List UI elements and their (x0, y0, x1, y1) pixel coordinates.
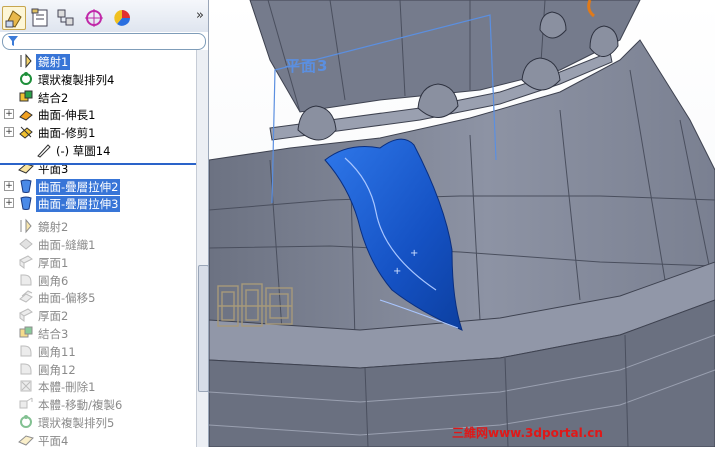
fillet-icon (20, 345, 32, 357)
fillet-icon (20, 363, 32, 375)
feature-label: 曲面-縫織1 (38, 238, 96, 252)
configuration-manager-tab[interactable] (54, 6, 78, 30)
feature-tree-item[interactable]: (-) 草圖14 (0, 141, 196, 159)
expand-toggle[interactable]: + (4, 109, 14, 120)
filter-row (0, 32, 208, 50)
feature-tree-item[interactable]: 圓角12 (0, 360, 196, 378)
dimxpert-icon (85, 9, 103, 27)
thicken-icon (19, 308, 33, 323)
feature-tree-item[interactable]: 鏡射1 (0, 52, 196, 70)
feature-label: 鏡射2 (38, 220, 69, 235)
surface-loft-icon (20, 196, 32, 211)
feature-label: 圓角6 (38, 273, 69, 288)
expand-panel-button[interactable]: » (196, 8, 204, 23)
sketch-icon (37, 144, 51, 158)
feature-label: 曲面-偏移5 (38, 291, 96, 306)
feature-tree-item[interactable]: 平面3 (0, 159, 196, 177)
feature-tree-item[interactable]: 圓角11 (0, 342, 196, 360)
feature-tree-item[interactable]: 曲面-偏移5 (0, 288, 196, 306)
feature-label: 厚面2 (38, 309, 69, 324)
circular-pattern-icon (20, 71, 32, 85)
feature-label: 平面4 (38, 433, 69, 447)
thicken-icon (19, 255, 33, 269)
delete-body-icon (20, 380, 32, 392)
combine-icon (19, 90, 33, 102)
plane-3-label: 平面3 (285, 57, 329, 75)
feature-tree-icon (5, 10, 22, 28)
feature-tree-item[interactable]: 環狀複製排列4 (0, 70, 196, 88)
feature-label: (-) 草圖14 (56, 144, 111, 158)
mirror-icon (20, 53, 32, 69)
dimxpert-manager-tab[interactable] (82, 6, 106, 30)
filter-icon (8, 36, 18, 46)
feature-tree-item[interactable]: 平面4 (0, 431, 196, 447)
display-manager-icon (114, 10, 130, 26)
feature-label: 圓角12 (38, 362, 76, 377)
feature-manager-tab[interactable] (2, 6, 26, 30)
site-watermark: 三維网www.3dportal.cn (452, 426, 603, 440)
feature-tree-item[interactable]: + 曲面-伸長1 (0, 105, 196, 123)
feature-tree-item[interactable]: + 曲面-疊層拉伸3 (0, 194, 196, 213)
plane-icon (18, 435, 34, 446)
tree-vertical-scrollbar[interactable] (196, 50, 208, 447)
configuration-manager-icon (57, 9, 74, 26)
feature-tree-item[interactable]: 厚面1 (0, 253, 196, 271)
surface-extrude-icon (19, 110, 33, 121)
svg-text:+: + (410, 248, 418, 259)
property-manager-icon (31, 8, 48, 27)
feature-label: 本體-移動/複製6 (38, 398, 123, 413)
surface-knit-icon (19, 238, 33, 250)
rollback-bar[interactable] (0, 163, 196, 165)
feature-tree-item[interactable]: + 曲面-修剪1 (0, 123, 196, 141)
feature-tree-item[interactable]: 結合2 (0, 88, 196, 106)
surface-offset-icon (19, 290, 33, 303)
feature-tree-item[interactable]: 本體-刪除1 (0, 377, 196, 395)
feature-tree-item[interactable]: 曲面-縫織1 (0, 235, 196, 253)
feature-tree: 鏡射1 環狀複製排列4 結合2 + 曲面-伸長1 + 曲面-修剪1 (-) 草圖14 平面3 + 曲… (0, 50, 196, 447)
feature-manager-panel: » 鏡射1 環狀複製排列4 結合2 + 曲面-伸長1 + 曲面-修剪1 (-) 草圖14 平面3… (0, 0, 209, 447)
feature-tree-item[interactable]: 結合3 (0, 324, 196, 342)
feature-label: 環狀複製排列4 (38, 72, 115, 87)
feature-label: 結合3 (38, 327, 69, 341)
feature-label: 曲面-疊層拉伸3 (36, 196, 121, 213)
feature-label: 曲面-伸長1 (38, 108, 96, 123)
tree-filter-input[interactable] (2, 33, 206, 50)
feature-tree-item[interactable]: + 曲面-疊層拉伸2 (0, 177, 196, 195)
svg-text:+: + (393, 266, 401, 277)
feature-label: 圓角11 (38, 344, 76, 359)
property-manager-tab[interactable] (28, 6, 52, 30)
expand-toggle[interactable]: + (4, 127, 14, 138)
surface-loft-icon (20, 179, 32, 193)
feature-label: 結合2 (38, 90, 69, 105)
feature-label: 鏡射1 (36, 54, 71, 70)
feature-label: 環狀複製排列5 (38, 416, 115, 430)
expand-toggle[interactable]: + (4, 180, 14, 191)
feature-label: 曲面-疊層拉伸2 (36, 178, 121, 195)
mirror-icon (20, 218, 32, 234)
surface-trim-icon (19, 126, 33, 139)
feature-tree-item[interactable]: 厚面2 (0, 306, 196, 324)
feature-tree-item[interactable]: 圓角6 (0, 271, 196, 289)
feature-label: 曲面-修剪1 (38, 126, 96, 141)
feature-tree-item[interactable]: 本體-移動/複製6 (0, 395, 196, 413)
fillet-icon (20, 274, 32, 286)
panel-tab-bar: » (0, 0, 208, 33)
combine-icon (19, 326, 33, 338)
graphics-area[interactable]: + + 平面3 三維网www.3dportal.cn (208, 0, 715, 448)
feature-tree-item[interactable]: 鏡射2 (0, 217, 196, 235)
feature-label: 本體-刪除1 (38, 380, 96, 395)
feature-label: 厚面1 (38, 255, 69, 270)
circular-pattern-icon (20, 415, 32, 428)
expand-toggle[interactable]: + (4, 198, 14, 209)
feature-tree-item[interactable]: 環狀複製排列5 (0, 413, 196, 431)
move-copy-body-icon (19, 397, 33, 409)
display-manager-tab[interactable] (110, 6, 134, 30)
